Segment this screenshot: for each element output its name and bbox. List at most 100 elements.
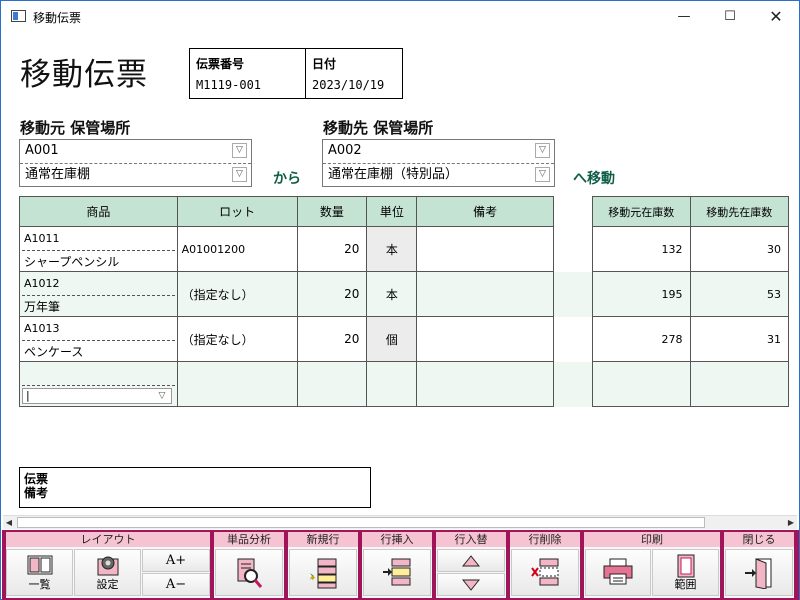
divider (22, 250, 175, 251)
app-icon (11, 10, 26, 22)
list-view-button[interactable]: 一覧 (6, 549, 73, 596)
font-down-icon: A− (165, 577, 187, 592)
insert-row-group: 行挿入 (362, 532, 432, 598)
dest-location-label: 移動先 保管場所 (323, 119, 434, 137)
product-select[interactable]: | ▽ (22, 388, 172, 404)
stock-row (592, 361, 790, 407)
print-range-label: 範囲 (674, 578, 697, 591)
analysis-title: 単品分析 (214, 532, 284, 547)
new-row-title: 新規行 (288, 532, 358, 547)
src-stock-cell (592, 361, 691, 407)
source-code-select[interactable]: A001 ▽ (20, 140, 251, 163)
lot-cell[interactable]: （指定なし） (176, 316, 298, 362)
dest-name-select[interactable]: 通常在庫棚（特別品） ▽ (323, 164, 554, 187)
delete-row-title: 行削除 (510, 532, 580, 547)
qty-cell[interactable] (296, 361, 368, 407)
dest-name-value: 通常在庫棚（特別品） (328, 167, 459, 182)
table-header-row: 商品 ロット 数量 単位 備考 (19, 196, 554, 227)
chevron-down-icon[interactable]: ▽ (155, 389, 169, 403)
col-header-src-stock: 移動元在庫数 (592, 196, 691, 227)
swap-row-title: 行入替 (436, 532, 506, 547)
dest-location-combo: A002 ▽ 通常在庫棚（特別品） ▽ (322, 139, 555, 187)
maximize-button[interactable]: ☐ (707, 1, 753, 32)
product-name: シャープペンシル (24, 255, 120, 269)
note-cell[interactable] (416, 361, 554, 407)
font-size-up-button[interactable]: A+ (142, 549, 210, 572)
table-row[interactable]: A1013 ペンケース （指定なし） 20 個 (19, 316, 554, 362)
product-cell[interactable]: A1011 シャープペンシル (19, 226, 178, 272)
source-location-combo: A001 ▽ 通常在庫棚 ▽ (19, 139, 252, 187)
src-stock-cell: 195 (592, 271, 691, 317)
chevron-down-icon[interactable]: ▽ (535, 143, 550, 158)
horizontal-scrollbar[interactable]: ◀ ▶ (3, 515, 797, 529)
delete-row-button[interactable] (511, 549, 579, 596)
list-view-label: 一覧 (28, 578, 51, 591)
font-size-down-button[interactable]: A− (142, 573, 210, 596)
lot-cell[interactable]: （指定なし） (176, 271, 298, 317)
stock-row: 195 53 (592, 271, 790, 317)
gear-icon (97, 556, 118, 576)
settings-label: 設定 (96, 578, 119, 591)
delete-row-icon (531, 558, 559, 586)
bottom-toolbar: レイアウト 一覧 設定 A+ A− 単品分析 新規行 ✦ 行挿入 行入替 行削除… (2, 530, 799, 600)
text-cursor: | (26, 389, 30, 402)
date-value[interactable]: 2023/10/19 (312, 78, 384, 92)
page-title: 移動伝票 (20, 57, 148, 93)
print-range-button[interactable]: 範囲 (652, 549, 719, 596)
divider (22, 385, 175, 386)
stock-table: 移動元在庫数 移動先在庫数 132 30 195 53 278 31 (592, 196, 790, 407)
chevron-down-icon[interactable]: ▽ (232, 143, 247, 158)
dst-stock-cell: 30 (689, 226, 790, 272)
layout-group-title: レイアウト (6, 532, 210, 547)
source-name-select[interactable]: 通常在庫棚 ▽ (20, 164, 251, 187)
print-button[interactable] (585, 549, 651, 596)
scroll-right-icon[interactable]: ▶ (785, 516, 797, 529)
close-window-button[interactable]: ✕ (753, 1, 799, 32)
insert-row-icon (383, 558, 411, 586)
close-form-button[interactable] (725, 549, 793, 596)
minimize-button[interactable]: — (661, 1, 707, 32)
settings-button[interactable]: 設定 (74, 549, 141, 596)
date-label: 日付 (312, 57, 337, 71)
insert-row-title: 行挿入 (362, 532, 432, 547)
slip-remarks-field[interactable]: 伝票 備考 (19, 467, 371, 508)
move-row-down-button[interactable] (437, 573, 505, 596)
lot-cell[interactable]: A01001200 (176, 226, 298, 272)
chevron-down-icon[interactable]: ▽ (232, 167, 247, 182)
table-row[interactable]: A1012 万年筆 （指定なし） 20 本 (19, 271, 554, 317)
note-cell[interactable] (416, 271, 554, 317)
product-code: A1013 (24, 322, 60, 335)
dest-code-select[interactable]: A002 ▽ (323, 140, 554, 163)
table-row[interactable]: A1011 シャープペンシル A01001200 20 本 (19, 226, 554, 272)
scroll-left-icon[interactable]: ◀ (3, 516, 15, 529)
row-stripe (554, 362, 592, 407)
product-cell[interactable]: A1013 ペンケース (19, 316, 178, 362)
source-code-value: A001 (25, 143, 59, 158)
src-stock-cell: 278 (592, 316, 691, 362)
swap-row-group: 行入替 (436, 532, 506, 598)
dest-code-value: A002 (328, 143, 362, 158)
note-cell[interactable] (416, 226, 554, 272)
qty-cell[interactable]: 20 (296, 316, 368, 362)
unit-cell: 本 (366, 271, 418, 317)
product-cell[interactable]: A1012 万年筆 (19, 271, 178, 317)
table-row-new[interactable]: | ▽ (19, 361, 554, 407)
divider (22, 295, 175, 296)
chevron-down-icon[interactable]: ▽ (535, 167, 550, 182)
move-row-up-button[interactable] (437, 549, 505, 572)
print-range-icon (677, 554, 694, 578)
new-row-button[interactable]: ✦ (289, 549, 357, 596)
product-input-cell[interactable]: | ▽ (19, 361, 178, 407)
lot-cell[interactable] (176, 361, 298, 407)
note-cell[interactable] (416, 316, 554, 362)
unit-cell (366, 361, 418, 407)
font-up-icon: A+ (165, 553, 187, 568)
qty-cell[interactable]: 20 (296, 271, 368, 317)
item-analysis-button[interactable] (215, 549, 283, 596)
print-group: 印刷 範囲 (584, 532, 720, 598)
slip-number-value[interactable]: M1119-001 (196, 78, 261, 92)
scrollbar-thumb[interactable] (17, 517, 705, 528)
qty-cell[interactable]: 20 (296, 226, 368, 272)
stock-row: 278 31 (592, 316, 790, 362)
insert-row-button[interactable] (363, 549, 431, 596)
